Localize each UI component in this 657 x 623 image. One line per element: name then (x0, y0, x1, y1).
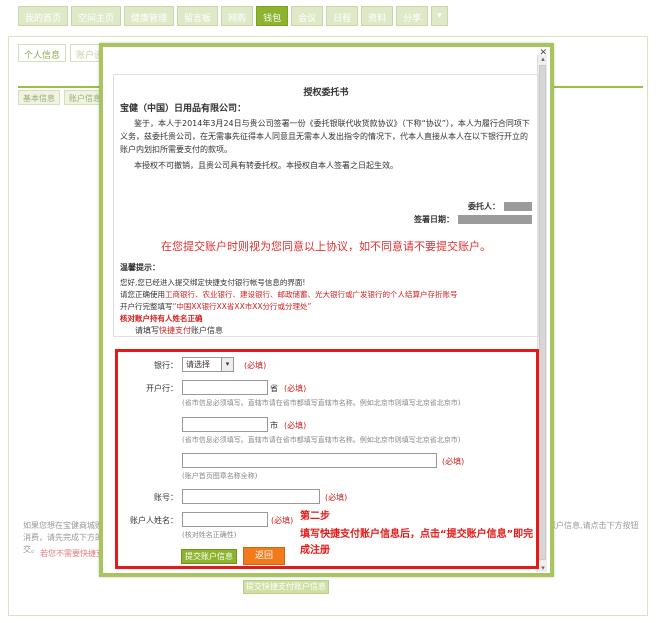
principal-label: 委托人： (468, 202, 500, 211)
letter-paragraph-2: 本授权不可撤销，且贵公司具有转委托权。本授权自本人签署之日起生效。 (134, 161, 398, 170)
background-submit-button[interactable]: 提交快捷支付账户信息 (243, 580, 329, 594)
stage: 我的首页 空间主页 健康管理 留言板 网购 钱包 会议 日程 资料 分享 ▾ 个… (0, 0, 657, 623)
scroll-up-icon[interactable]: ▴ (538, 55, 548, 63)
city-hint: (省市信息必须填写。直辖市请在省市都填写直辖市名称。例如北京市则填写北京省北京市… (182, 436, 461, 444)
background-note-right: 账户信息,请点击下方按钮 (548, 521, 639, 530)
authorization-dialog: ✕ ▴ ▾ 授权委托书 宝健（中国）日用品有限公司： 鉴于，本人于2014年3月… (99, 43, 554, 577)
dialog-content: 授权委托书 宝健（中国）日用品有限公司： 鉴于，本人于2014年3月24日与贵公… (108, 54, 539, 572)
bank-label: 银行： (154, 361, 178, 370)
scroll-down-icon[interactable]: ▾ (538, 564, 548, 572)
bank-required: (必填) (244, 361, 267, 370)
branch-name-input[interactable] (182, 453, 437, 468)
redacted-date (458, 215, 532, 224)
main-nav: 我的首页 空间主页 健康管理 留言板 网购 钱包 会议 日程 资料 分享 ▾ (18, 6, 448, 28)
branch-label: 开户行： (146, 384, 178, 393)
consent-warning: 在您提交账户时则视为您同意以上协议，如不同意请不要提交账户。 (161, 240, 491, 253)
account-form: 银行： 请选择 ▾ (必填) 开户行： 省 (必填) (省市信息必须填写。直辖市… (115, 349, 539, 569)
redacted-principal (504, 202, 532, 211)
nav-tab-home[interactable]: 我的首页 (18, 6, 69, 26)
principal-row: 委托人： (468, 201, 532, 212)
nav-tab-share[interactable]: 分享 (396, 6, 429, 26)
province-hint: (省市信息必须填写。直辖市请在省市都填写直辖市名称。例如北京市则填写北京省北京市… (182, 399, 461, 407)
step-label: 第二步 (300, 511, 330, 522)
tips-line-2: 请您正确使用工商银行、农业银行、建设银行、邮政储蓄、光大银行或广发银行的个人结算… (120, 290, 458, 299)
nav-tab-active[interactable]: 钱包 (256, 6, 289, 26)
letter-paragraph-1: 鉴于，本人于2014年3月24日与贵公司签署一份《委托银联代收货款协议》（下称“… (120, 119, 530, 154)
letter-title: 授权委托书 (303, 88, 349, 98)
province-unit: 省 (270, 384, 278, 393)
bank-select[interactable]: 请选择 ▾ (182, 357, 234, 372)
back-button[interactable]: 返回 (243, 547, 285, 565)
authorization-letter: 授权委托书 宝健（中国）日用品有限公司： 鉴于，本人于2014年3月24日与贵公… (113, 74, 539, 337)
account-label: 账号： (154, 493, 178, 502)
holder-label: 账户人姓名： (130, 516, 178, 525)
nav-tab-shop[interactable]: 网购 (221, 6, 254, 26)
chevron-down-icon[interactable]: ▾ (221, 358, 233, 371)
nav-tab-profile[interactable]: 资料 (361, 6, 394, 26)
city-unit: 市 (270, 421, 278, 430)
holder-required: (必填) (271, 516, 294, 525)
nav-tab-board[interactable]: 留言板 (177, 6, 219, 26)
holder-hint: (核对姓名正确性) (182, 531, 237, 539)
nav-tab-meeting[interactable]: 会议 (291, 6, 324, 26)
nav-tab-health[interactable]: 健康管理 (124, 6, 175, 26)
fill-hint: 请填写快捷支付账户信息 (135, 326, 223, 335)
quick-pay-link[interactable]: 快捷支付 (159, 326, 191, 335)
nav-tab-calendar[interactable]: 日程 (326, 6, 359, 26)
scroll-thumb[interactable] (539, 65, 546, 560)
nav-tab-2[interactable]: 空间主页 (71, 6, 122, 26)
sign-date-label: 签署日期： (414, 215, 454, 224)
submit-account-button[interactable]: 提交账户信息 (181, 549, 237, 564)
section-tabs: 基本信息 账户信息 (18, 90, 106, 105)
tips-line-4: 核对账户持有人姓名正确 (120, 314, 203, 323)
branch-hint: (账户首页图章名称全称) (182, 472, 258, 480)
holder-input[interactable] (182, 512, 268, 527)
city-input[interactable] (182, 417, 268, 432)
sub-tab-personal-info[interactable]: 个人信息 (18, 44, 67, 62)
city-required: (必填) (284, 421, 307, 430)
sign-date-row: 签署日期： (414, 214, 532, 225)
branch-required: (必填) (442, 457, 465, 466)
tips-title: 温馨提示： (120, 263, 160, 272)
tips-line-1: 您好,您已经进入提交绑定快捷支付银行帐号信息的界面! (120, 278, 306, 287)
tips-body: 您好,您已经进入提交绑定快捷支付银行帐号信息的界面! 请您正确使用工商银行、农业… (120, 277, 530, 325)
section-tab-basic[interactable]: 基本信息 (18, 90, 60, 105)
tips-line-3: 开户行完整填写“中国XX银行XX省XX市XX分行或分理处” (120, 302, 312, 311)
account-required: (必填) (325, 493, 348, 502)
chevron-down-icon[interactable]: ▾ (431, 6, 448, 26)
province-required: (必填) (284, 384, 307, 393)
province-input[interactable] (182, 380, 268, 395)
step-description: 填写快捷支付账户信息后，点击“提交账户信息”即完成注册 (300, 529, 534, 556)
account-input[interactable] (182, 489, 320, 504)
letter-recipient: 宝健（中国）日用品有限公司： (120, 104, 247, 114)
